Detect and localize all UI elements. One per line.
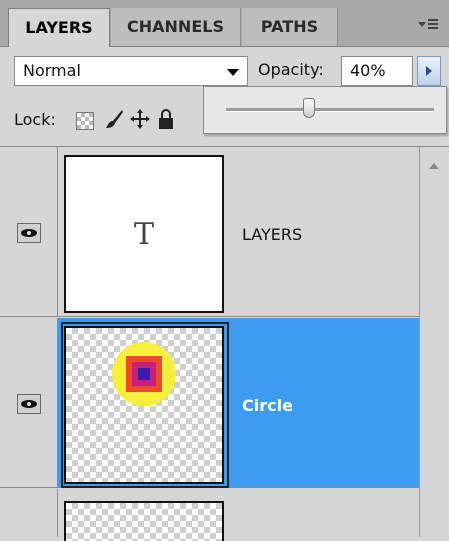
- panel-menu-arrow-icon: [418, 21, 426, 27]
- tab-channels[interactable]: CHANNELS: [111, 8, 241, 46]
- panel-menu-icon[interactable]: [417, 14, 439, 34]
- lock-move-icon[interactable]: [130, 108, 150, 130]
- opacity-input[interactable]: 40%: [341, 56, 413, 86]
- layer-thumbnail: T: [64, 155, 224, 313]
- visibility-cell[interactable]: [0, 318, 58, 487]
- opacity-slider-popup: [203, 86, 447, 134]
- eye-icon[interactable]: [17, 223, 41, 243]
- tab-layers[interactable]: LAYERS: [8, 8, 110, 47]
- layer-row-partial[interactable]: [0, 489, 419, 541]
- opacity-slider-thumb[interactable]: [303, 98, 316, 118]
- panel-menu-lines-icon: [428, 19, 438, 29]
- layer-row[interactable]: T LAYERS: [0, 147, 419, 317]
- visibility-cell[interactable]: [0, 489, 58, 537]
- lock-all-icon[interactable]: [156, 108, 176, 130]
- opacity-label: Opacity:: [258, 60, 324, 79]
- opacity-slider-track[interactable]: [226, 108, 434, 112]
- layer-thumbnail: [64, 326, 224, 484]
- panel-tab-bar: LAYERS CHANNELS PATHS: [0, 0, 449, 47]
- blend-mode-value: Normal: [23, 61, 81, 80]
- blend-mode-select[interactable]: Normal: [14, 56, 248, 86]
- lock-brush-icon[interactable]: [104, 108, 124, 130]
- opacity-flyout-button[interactable]: [417, 56, 441, 86]
- scroll-up-icon[interactable]: [429, 163, 439, 169]
- circle-graphic: [112, 342, 176, 406]
- layer-name[interactable]: LAYERS: [242, 225, 302, 244]
- tab-paths[interactable]: PATHS: [242, 8, 338, 46]
- circle-square-inner: [138, 368, 150, 380]
- dropdown-caret-icon: [227, 69, 239, 76]
- layer-row-selected[interactable]: Circle: [0, 318, 419, 488]
- layers-scrollbar[interactable]: [419, 147, 449, 537]
- flyout-arrow-icon: [426, 66, 432, 76]
- text-layer-glyph: T: [133, 216, 154, 252]
- visibility-cell[interactable]: [0, 147, 58, 316]
- layer-thumbnail: [64, 501, 224, 541]
- layer-name[interactable]: Circle: [242, 396, 293, 415]
- lock-transparent-icon[interactable]: [76, 112, 94, 130]
- eye-icon[interactable]: [17, 394, 41, 414]
- lock-label: Lock:: [14, 110, 56, 129]
